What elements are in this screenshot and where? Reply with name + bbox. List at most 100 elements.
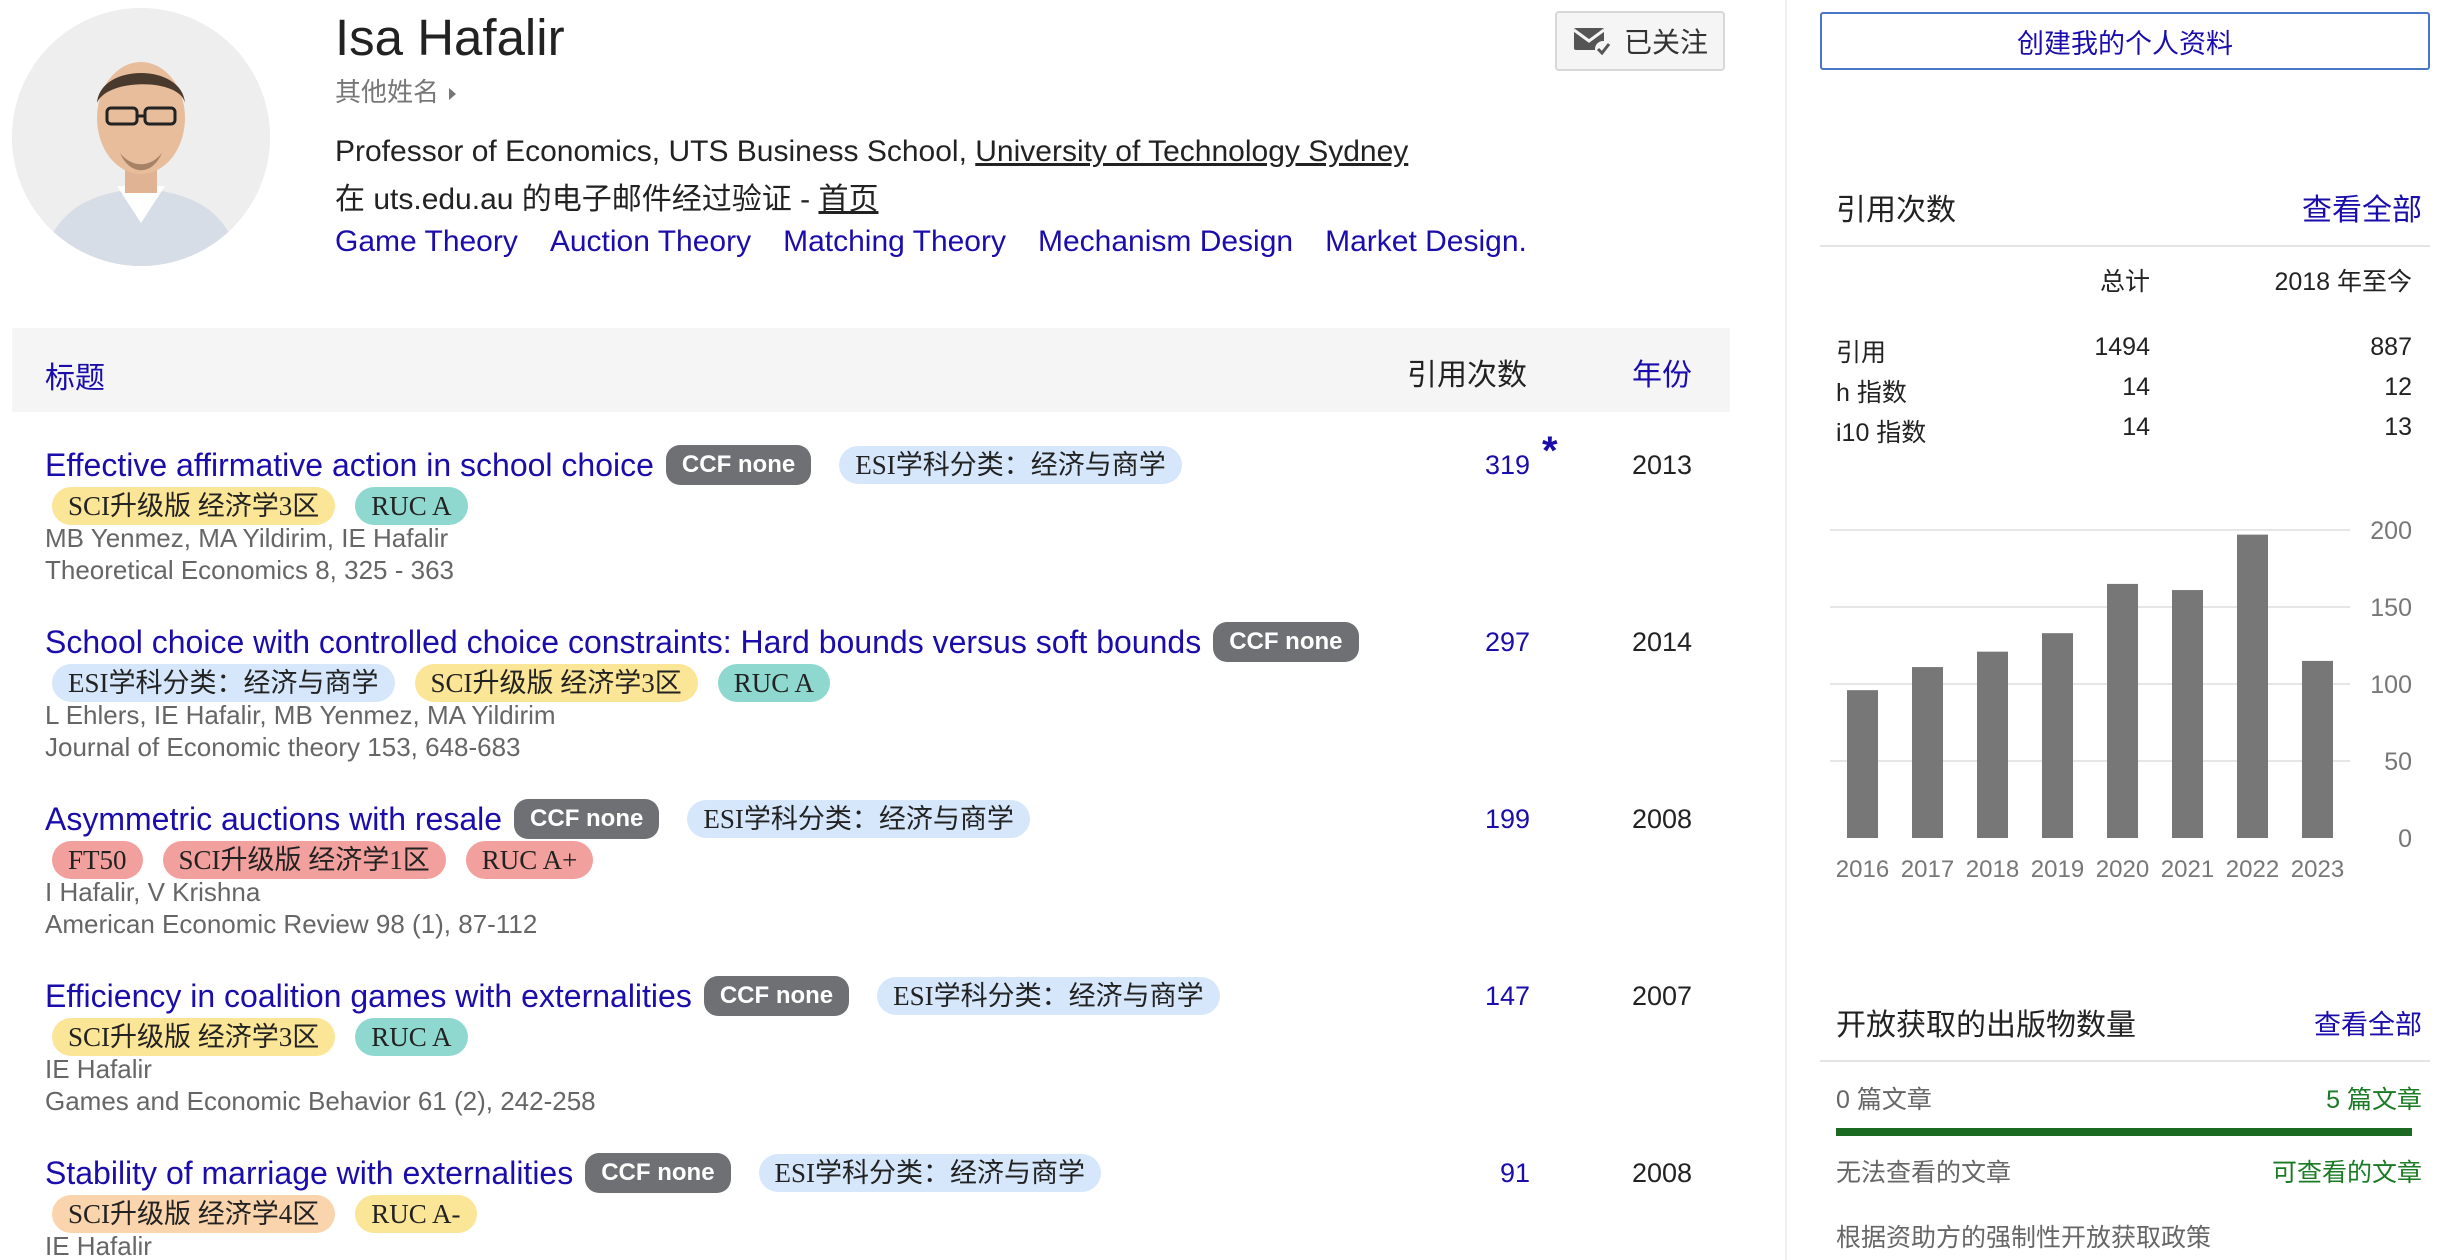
sci-badge: SCI升级版 经济学3区: [52, 1018, 336, 1056]
publication-year: 2008: [1632, 804, 1693, 834]
sci-badge: SCI升级版 经济学3区: [52, 487, 336, 525]
esi-badge: ESI学科分类：经济与商学: [52, 664, 395, 702]
chart-y-tick-label: 100: [2370, 671, 2412, 699]
oa-unavailable-count: 0 篇文章: [1836, 1086, 1932, 1114]
chart-bar[interactable]: [1912, 667, 1943, 838]
publication-year: 2008: [1632, 1158, 1693, 1188]
sort-by-title[interactable]: 标题: [45, 353, 105, 397]
chart-x-tick-label: 2016: [1836, 856, 1889, 883]
oa-progress-bar: [1836, 1128, 2412, 1136]
caret-right-icon: [449, 88, 457, 101]
citations-view-all-link[interactable]: 查看全部: [2302, 185, 2422, 229]
homepage-link[interactable]: 首页: [818, 183, 878, 216]
stat-total: 1494: [2094, 333, 2150, 361]
affiliation-link[interactable]: University of Technology Sydney: [975, 135, 1408, 168]
esi-badge: ESI学科分类：经济与商学: [687, 800, 1030, 838]
publication-authors: MB Yenmez, MA Yildirim, IE Hafalir: [45, 523, 449, 553]
stat-label: i10 指数: [1836, 419, 1927, 447]
divider: [1820, 245, 2430, 247]
publication-year: 2014: [1632, 627, 1693, 657]
affiliation: Professor of Economics, UTS Business Sch…: [335, 135, 1408, 169]
oa-available-label: 可查看的文章: [2271, 1159, 2422, 1187]
stat-total: 14: [2122, 373, 2150, 401]
chart-y-tick-label: 200: [2370, 517, 2412, 545]
column-divider: [1785, 0, 1787, 1260]
interest-link[interactable]: Matching Theory: [783, 225, 1006, 259]
publication-title-link[interactable]: Asymmetric auctions with resale: [45, 801, 502, 838]
oa-unavailable-label: 无法查看的文章: [1836, 1159, 2012, 1187]
ccf-badge: CCF none: [1213, 622, 1359, 662]
publication-venue: Theoretical Economics 8, 325 - 363: [45, 555, 454, 585]
interest-link[interactable]: Game Theory: [335, 225, 518, 259]
oa-available-count: 5 篇文章: [2326, 1086, 2422, 1114]
chart-bar[interactable]: [2237, 534, 2268, 838]
verified-email-text: 在 uts.edu.au 的电子邮件经过验证 -: [335, 183, 819, 216]
chart-x-tick-label: 2017: [1901, 856, 1954, 883]
open-access-title: 开放获取的出版物数量: [1836, 1009, 2136, 1042]
esi-badge: ESI学科分类：经济与商学: [839, 446, 1182, 484]
stat-since: 887: [2370, 333, 2412, 361]
publication-title-link[interactable]: Effective affirmative action in school c…: [45, 447, 654, 484]
chart-x-tick-label: 2018: [1966, 856, 2019, 883]
open-access-view-all-link[interactable]: 查看全部: [2314, 1003, 2422, 1042]
stat-label: h 指数: [1836, 379, 1907, 407]
verified-email: 在 uts.edu.au 的电子邮件经过验证 - 首页: [335, 174, 878, 218]
ruc-badge: RUC A: [717, 664, 831, 702]
affiliation-text: Professor of Economics, UTS Business Sch…: [335, 135, 976, 168]
chart-bar[interactable]: [2042, 633, 2073, 838]
chart-bar[interactable]: [1977, 651, 2008, 838]
ruc-badge: RUC A: [355, 487, 468, 525]
chart-bar[interactable]: [2107, 583, 2138, 838]
publication-title-link[interactable]: Efficiency in coalition games with exter…: [45, 978, 692, 1015]
stat-total: 14: [2122, 413, 2150, 441]
publication-venue: American Economic Review 98 (1), 87-112: [45, 909, 538, 939]
chart-y-tick-label: 0: [2398, 825, 2412, 853]
ccf-badge: CCF none: [703, 976, 850, 1016]
research-interests: Game Theory Auction Theory Matching Theo…: [335, 225, 1527, 259]
profile-photo: [12, 8, 270, 266]
column-cites: 引用次数: [1407, 359, 1527, 392]
publication-year: 2007: [1632, 981, 1693, 1011]
cited-by-link[interactable]: 319: [1485, 450, 1530, 481]
publication-title-link[interactable]: Stability of marriage with externalities: [45, 1155, 573, 1192]
publication-title-link[interactable]: School choice with controlled choice con…: [45, 624, 1201, 661]
interest-link[interactable]: Auction Theory: [550, 225, 751, 259]
profile-name: Isa Hafalir: [335, 9, 565, 66]
publication-venue: Journal of Economic theory 153, 648-683: [45, 732, 521, 762]
sci-badge: SCI升级版 经济学3区: [414, 664, 698, 702]
ccf-badge: CCF none: [514, 799, 660, 839]
stat-since: 13: [2384, 413, 2412, 441]
ccf-badge: CCF none: [585, 1153, 731, 1193]
chart-bar[interactable]: [2172, 590, 2203, 838]
merged-citations-star[interactable]: *: [1542, 429, 1558, 474]
interest-link[interactable]: Market Design.: [1325, 225, 1527, 259]
ccf-badge: CCF none: [665, 445, 812, 485]
publication-venue: Games and Economic Behavior 61 (2), 242-…: [45, 1086, 596, 1116]
create-profile-button[interactable]: 创建我的个人资料: [1820, 12, 2430, 70]
citations-title: 引用次数: [1836, 194, 1956, 227]
publication-year: 2013: [1632, 450, 1693, 480]
chart-bar[interactable]: [2302, 660, 2333, 838]
cited-by-link[interactable]: 91: [1500, 1158, 1530, 1189]
stats-col-total: 总计: [2099, 268, 2150, 296]
sort-by-year[interactable]: 年份: [1632, 350, 1692, 394]
cited-by-link[interactable]: 199: [1485, 804, 1530, 835]
profile-photo-image: [12, 8, 270, 266]
publication-authors: IE Hafalir: [45, 1231, 152, 1260]
follow-button[interactable]: 已关注: [1555, 11, 1725, 71]
publication-authors: L Ehlers, IE Hafalir, MB Yenmez, MA Yild…: [45, 700, 556, 730]
chart-x-tick-label: 2022: [2226, 856, 2279, 883]
chart-x-tick-label: 2020: [2096, 856, 2149, 883]
follow-label: 已关注: [1623, 27, 1708, 58]
interest-link[interactable]: Mechanism Design: [1038, 225, 1293, 259]
oa-mandate-text: 根据资助方的强制性开放获取政策: [1836, 1224, 2212, 1252]
other-names-toggle[interactable]: 其他姓名: [335, 72, 457, 109]
cited-by-link[interactable]: 147: [1485, 981, 1530, 1012]
publication-authors: I Hafalir, V Krishna: [45, 877, 261, 907]
chart-y-tick-label: 50: [2384, 748, 2412, 776]
stats-col-since: 2018 年至今: [2274, 268, 2412, 296]
chart-bar[interactable]: [1847, 690, 1878, 838]
chart-x-tick-label: 2021: [2161, 856, 2214, 883]
cited-by-link[interactable]: 297: [1485, 627, 1530, 658]
citations-per-year-chart: 0 50 100 150 200 2016 2017 2018 2019 2020 2021 2022…: [1830, 517, 2412, 883]
